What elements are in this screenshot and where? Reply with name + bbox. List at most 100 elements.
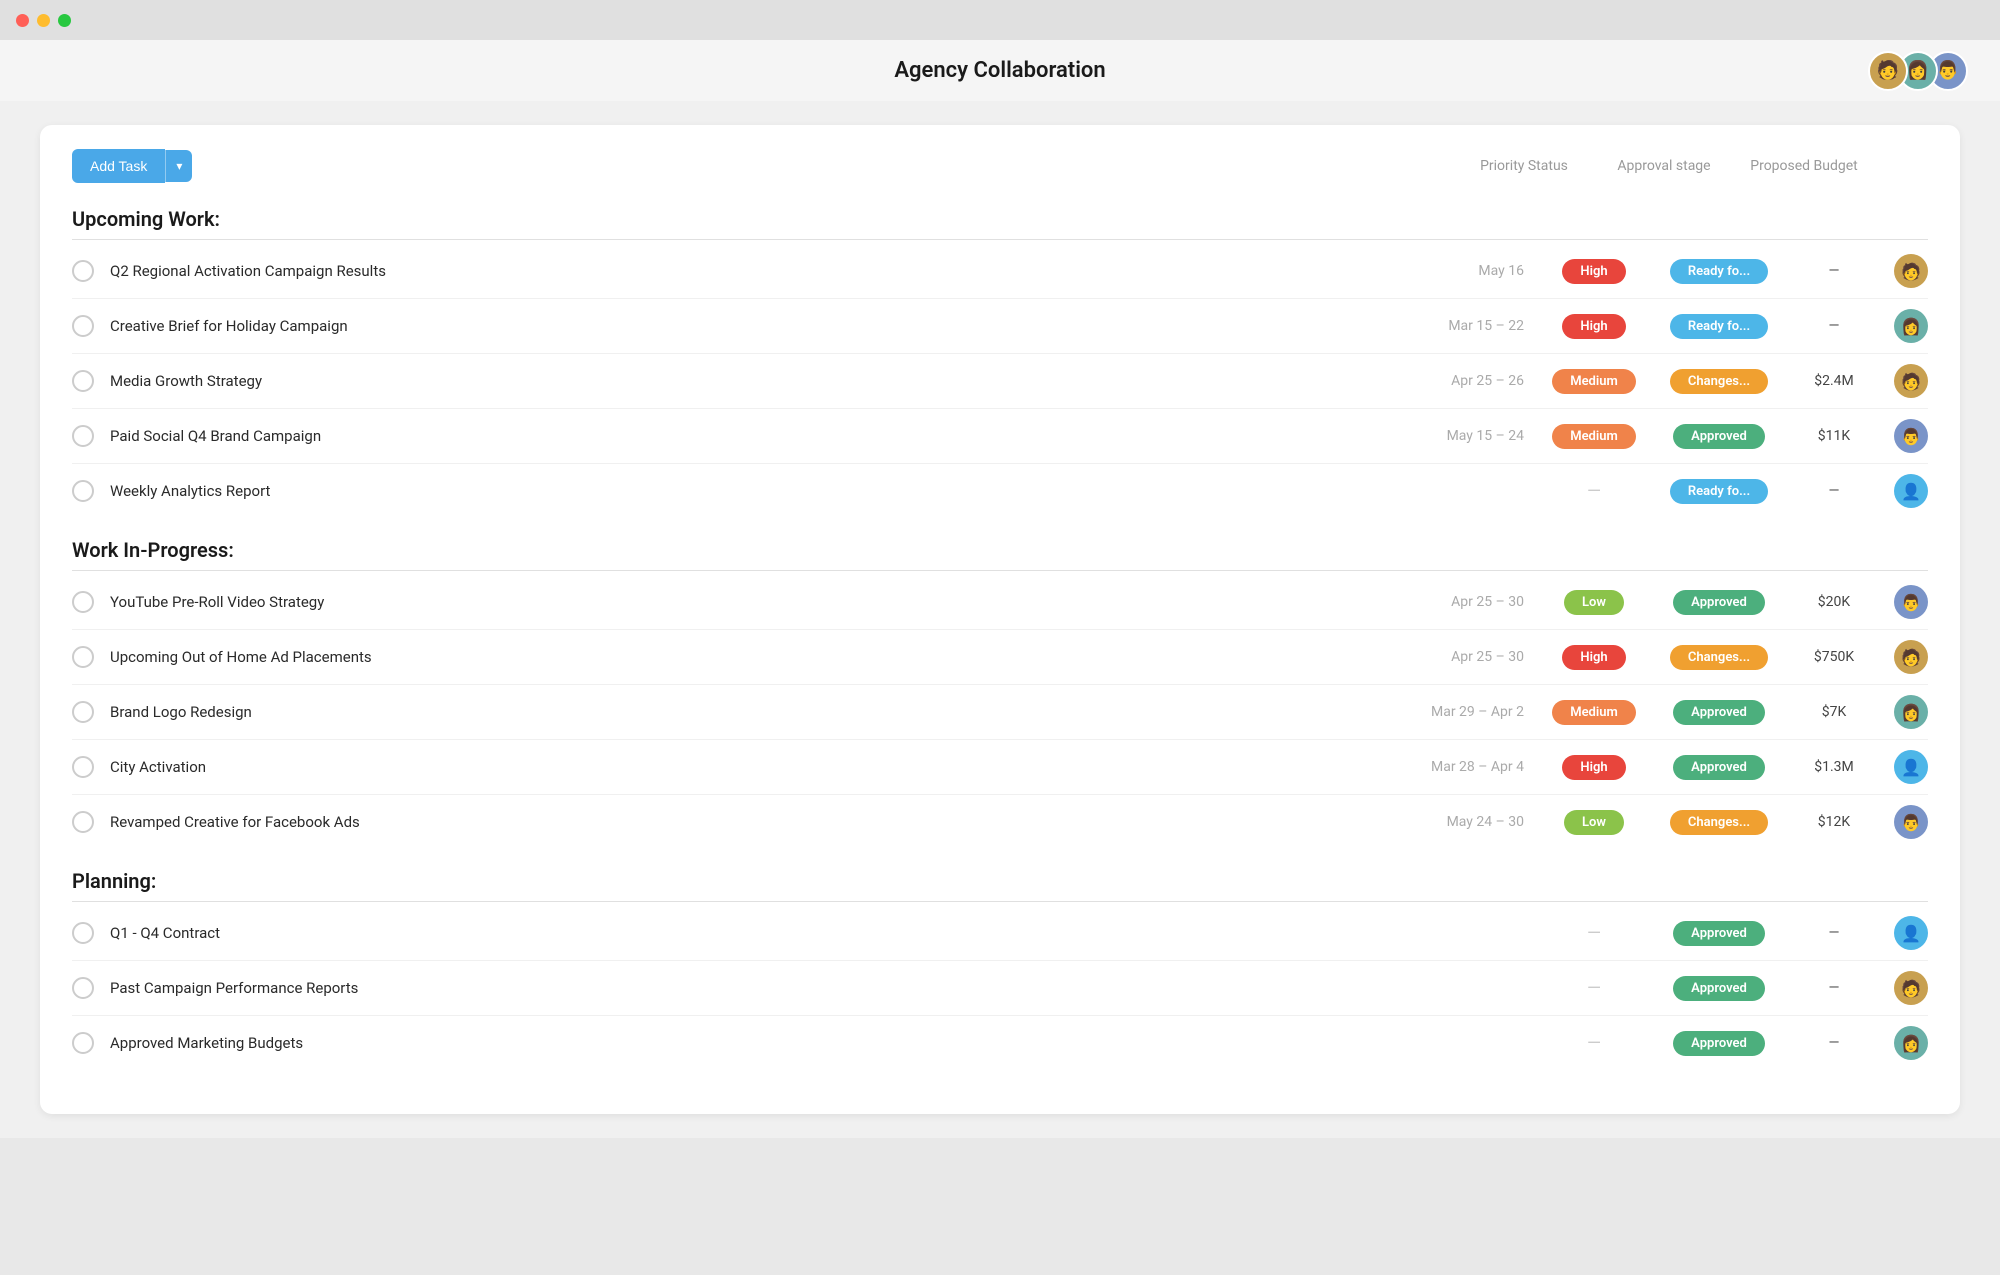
task-priority: Medium <box>1544 369 1644 394</box>
priority-badge[interactable]: High <box>1562 755 1625 780</box>
priority-dash: — <box>1587 978 1601 999</box>
priority-badge[interactable]: High <box>1562 645 1625 670</box>
avatar: 👨 <box>1894 805 1928 839</box>
approval-badge[interactable]: Approved <box>1673 976 1765 1001</box>
task-date: May 15 – 24 <box>1414 428 1524 444</box>
task-name: Q2 Regional Activation Campaign Results <box>110 262 1414 280</box>
task-approval: Changes... <box>1664 369 1774 394</box>
traffic-light-red[interactable] <box>16 14 29 27</box>
approval-badge[interactable]: Approved <box>1673 1031 1765 1056</box>
avatar: 👩 <box>1894 309 1928 343</box>
avatar: 👩 <box>1894 1026 1928 1060</box>
col-header-approval: Approval stage <box>1594 158 1734 174</box>
sections-container: Upcoming Work: Q2 Regional Activation Cam… <box>72 207 1928 1070</box>
table-row: YouTube Pre-Roll Video StrategyApr 25 – … <box>72 575 1928 630</box>
approval-badge[interactable]: Ready fo... <box>1670 314 1768 339</box>
section-divider-0 <box>72 239 1928 240</box>
task-checkbox[interactable] <box>72 315 94 337</box>
avatar: 👩 <box>1894 695 1928 729</box>
task-date: Apr 25 – 30 <box>1414 594 1524 610</box>
approval-badge[interactable]: Changes... <box>1670 369 1768 394</box>
task-priority: High <box>1544 645 1644 670</box>
approval-badge[interactable]: Approved <box>1673 921 1765 946</box>
task-approval: Approved <box>1664 921 1774 946</box>
table-row: Weekly Analytics Report — Ready fo... — 👤 <box>72 464 1928 518</box>
task-name: Weekly Analytics Report <box>110 482 1414 500</box>
task-approval: Approved <box>1664 755 1774 780</box>
task-approval: Approved <box>1664 424 1774 449</box>
priority-badge[interactable]: High <box>1562 259 1625 284</box>
task-checkbox[interactable] <box>72 591 94 613</box>
task-name: Media Growth Strategy <box>110 372 1414 390</box>
priority-dash: — <box>1587 1033 1601 1054</box>
task-checkbox[interactable] <box>72 922 94 944</box>
task-checkbox[interactable] <box>72 701 94 723</box>
task-checkbox[interactable] <box>72 425 94 447</box>
section-1: Work In-Progress:YouTube Pre-Roll Video … <box>72 538 1928 849</box>
table-row: Past Campaign Performance Reports — Approv… <box>72 961 1928 1016</box>
table-row: Revamped Creative for Facebook AdsMay 24… <box>72 795 1928 849</box>
priority-badge[interactable]: Medium <box>1552 700 1636 725</box>
traffic-light-yellow[interactable] <box>37 14 50 27</box>
priority-badge[interactable]: Medium <box>1552 369 1636 394</box>
traffic-light-green[interactable] <box>58 14 71 27</box>
col-header-budget: Proposed Budget <box>1734 158 1874 174</box>
task-name: Past Campaign Performance Reports <box>110 979 1414 997</box>
table-row: City ActivationMar 28 – Apr 4HighApprove… <box>72 740 1928 795</box>
task-date: May 24 – 30 <box>1414 814 1524 830</box>
task-checkbox[interactable] <box>72 480 94 502</box>
task-approval: Ready fo... <box>1664 479 1774 504</box>
task-checkbox[interactable] <box>72 370 94 392</box>
task-budget: — <box>1794 1035 1874 1051</box>
section-label-0: Upcoming Work: <box>72 207 1928 231</box>
task-priority: High <box>1544 314 1644 339</box>
add-task-dropdown-button[interactable]: ▾ <box>165 150 192 182</box>
task-name: Approved Marketing Budgets <box>110 1034 1414 1052</box>
avatar-1[interactable]: 🧑 <box>1868 51 1908 91</box>
priority-dash: — <box>1587 481 1601 502</box>
avatar: 👤 <box>1894 474 1928 508</box>
top-bar: Agency Collaboration 🧑 👩 👨 <box>0 40 2000 101</box>
titlebar <box>0 0 2000 40</box>
task-checkbox[interactable] <box>72 756 94 778</box>
task-checkbox[interactable] <box>72 811 94 833</box>
priority-badge[interactable]: Low <box>1564 810 1624 835</box>
task-budget: — <box>1794 483 1874 499</box>
approval-badge[interactable]: Ready fo... <box>1670 479 1768 504</box>
page-title: Agency Collaboration <box>894 58 1105 83</box>
task-approval: Approved <box>1664 1031 1774 1056</box>
task-checkbox[interactable] <box>72 260 94 282</box>
task-budget: $7K <box>1794 704 1874 720</box>
task-checkbox[interactable] <box>72 977 94 999</box>
approval-badge[interactable]: Changes... <box>1670 645 1768 670</box>
table-row: Brand Logo RedesignMar 29 – Apr 2MediumA… <box>72 685 1928 740</box>
task-priority: Medium <box>1544 700 1644 725</box>
priority-badge[interactable]: Medium <box>1552 424 1636 449</box>
approval-badge[interactable]: Approved <box>1673 755 1765 780</box>
add-task-button[interactable]: Add Task <box>72 149 165 183</box>
priority-badge[interactable]: High <box>1562 314 1625 339</box>
section-label-2: Planning: <box>72 869 1928 893</box>
task-name: Brand Logo Redesign <box>110 703 1414 721</box>
task-date: Apr 25 – 26 <box>1414 373 1524 389</box>
task-panel: Add Task ▾ Priority Status Approval stag… <box>40 125 1960 1114</box>
task-approval: Ready fo... <box>1664 314 1774 339</box>
avatar: 👤 <box>1894 750 1928 784</box>
column-headers: Priority Status Approval stage Proposed … <box>1454 158 1928 174</box>
task-checkbox[interactable] <box>72 1032 94 1054</box>
task-approval: Changes... <box>1664 645 1774 670</box>
task-budget: — <box>1794 318 1874 334</box>
approval-badge[interactable]: Approved <box>1673 700 1765 725</box>
priority-badge[interactable]: Low <box>1564 590 1624 615</box>
approval-badge[interactable]: Approved <box>1673 424 1765 449</box>
task-budget: $2.4M <box>1794 373 1874 389</box>
task-priority: Medium <box>1544 424 1644 449</box>
approval-badge[interactable]: Ready fo... <box>1670 259 1768 284</box>
approval-badge[interactable]: Changes... <box>1670 810 1768 835</box>
task-budget: — <box>1794 925 1874 941</box>
task-name: Revamped Creative for Facebook Ads <box>110 813 1414 831</box>
approval-badge[interactable]: Approved <box>1673 590 1765 615</box>
task-budget: $12K <box>1794 814 1874 830</box>
col-header-priority: Priority Status <box>1454 158 1594 174</box>
task-checkbox[interactable] <box>72 646 94 668</box>
